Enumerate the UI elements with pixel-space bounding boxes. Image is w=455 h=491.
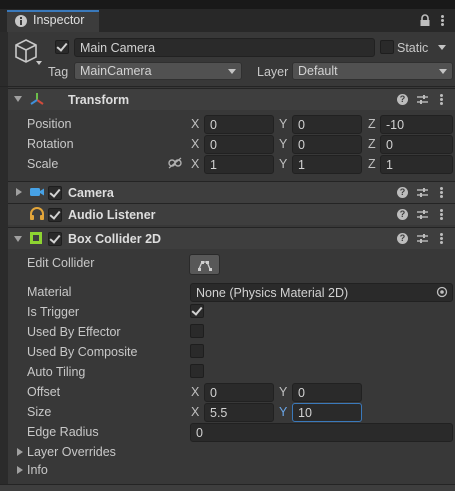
scale-label: Scale (27, 157, 59, 171)
box-collider-icon (30, 232, 42, 244)
used-by-effector-checkbox[interactable] (190, 324, 204, 338)
axis-z-label: Z (368, 157, 376, 171)
layer-overrides-foldout[interactable] (17, 448, 23, 456)
gameobject-cube-icon (15, 39, 42, 65)
is-trigger-label: Is Trigger (27, 305, 80, 319)
axis-y-label: Y (279, 405, 288, 419)
preset-icon[interactable] (417, 209, 428, 220)
rotation-x-input[interactable]: 0 (204, 135, 274, 154)
rotation-y-input[interactable]: 0 (292, 135, 362, 154)
auto-tiling-checkbox[interactable] (190, 364, 204, 378)
edit-collider-button[interactable] (189, 254, 220, 275)
lock-icon[interactable] (419, 14, 431, 27)
constrain-proportions-icon[interactable] (168, 157, 182, 169)
material-value: None (Physics Material 2D) (196, 286, 349, 300)
material-object-field[interactable]: None (Physics Material 2D) (190, 283, 453, 302)
used-by-effector-label: Used By Effector (27, 325, 121, 339)
layer-value: Default (298, 64, 338, 78)
tag-value: MainCamera (80, 64, 152, 78)
axis-x-label: X (191, 117, 200, 131)
layer-label: Layer (257, 65, 289, 79)
headphones-icon (30, 207, 44, 220)
layer-dropdown[interactable]: Default (292, 62, 453, 80)
left-edge (0, 32, 8, 491)
axis-z-label: Z (368, 117, 376, 131)
camera-title: Camera (68, 186, 114, 200)
axis-y-label: Y (279, 117, 288, 131)
object-picker-icon[interactable] (436, 286, 448, 298)
help-icon[interactable]: ? (397, 209, 408, 220)
axis-y-label: Y (279, 385, 288, 399)
transform-axes-icon (30, 93, 44, 105)
tab-menu-icon[interactable] (441, 15, 444, 26)
axis-x-label: X (191, 385, 200, 399)
offset-label: Offset (27, 385, 61, 399)
divider (0, 86, 455, 87)
help-icon[interactable]: ? (397, 187, 408, 198)
window-top-strip (0, 0, 455, 9)
axis-x-label: X (191, 157, 200, 171)
transform-title: Transform (68, 93, 130, 107)
position-x-input[interactable]: 0 (204, 115, 274, 134)
edge-radius-label: Edge Radius (27, 425, 99, 439)
box-collider-foldout[interactable] (14, 236, 22, 242)
active-checkbox[interactable] (55, 40, 69, 54)
is-trigger-checkbox[interactable] (190, 304, 204, 318)
position-y-input[interactable]: 0 (292, 115, 362, 134)
audio-listener-enabled-checkbox[interactable] (48, 208, 62, 222)
edge-radius-input[interactable]: 0 (190, 423, 453, 442)
transform-foldout[interactable] (14, 96, 22, 102)
box-collider-title: Box Collider 2D (68, 232, 162, 246)
info-icon (15, 15, 27, 27)
size-x-input[interactable]: 5.5 (204, 403, 274, 422)
used-by-composite-checkbox[interactable] (190, 344, 204, 358)
help-icon[interactable]: ? (397, 233, 408, 244)
context-menu-icon[interactable] (440, 209, 443, 220)
edit-collider-icon (198, 261, 212, 271)
layer-overrides-label[interactable]: Layer Overrides (27, 445, 116, 459)
context-menu-icon[interactable] (440, 94, 443, 105)
tag-dropdown[interactable]: MainCamera (74, 62, 242, 80)
axis-y-label: Y (279, 157, 288, 171)
used-by-composite-label: Used By Composite (27, 345, 138, 359)
static-dropdown-arrow[interactable] (438, 45, 446, 50)
rotation-label: Rotation (27, 137, 74, 151)
scale-z-input[interactable]: 1 (380, 155, 453, 174)
size-label: Size (27, 405, 52, 419)
object-name-input[interactable]: Main Camera (74, 38, 375, 57)
static-checkbox[interactable] (380, 40, 394, 54)
tag-label: Tag (48, 65, 69, 79)
tab-label: Inspector (33, 13, 85, 27)
audio-listener-title: Audio Listener (68, 208, 156, 222)
auto-tiling-label: Auto Tiling (27, 365, 86, 379)
camera-foldout[interactable] (16, 188, 22, 196)
position-label: Position (27, 117, 72, 131)
camera-enabled-checkbox[interactable] (48, 186, 62, 200)
static-label: Static (397, 41, 429, 55)
scale-y-input[interactable]: 1 (292, 155, 362, 174)
help-icon[interactable]: ? (397, 94, 408, 105)
scale-x-input[interactable]: 1 (204, 155, 274, 174)
info-label[interactable]: Info (27, 463, 48, 477)
position-z-input[interactable]: -10 (380, 115, 453, 134)
axis-y-label: Y (279, 137, 288, 151)
preset-icon[interactable] (417, 233, 428, 244)
info-foldout[interactable] (17, 466, 23, 474)
axis-x-label: X (191, 405, 200, 419)
axis-z-label: Z (368, 137, 376, 151)
box-collider-enabled-checkbox[interactable] (48, 232, 62, 246)
preset-icon[interactable] (417, 187, 428, 198)
material-label: Material (27, 285, 72, 299)
context-menu-icon[interactable] (440, 233, 443, 244)
next-component-header (0, 485, 455, 491)
size-y-input[interactable]: 10 (292, 403, 362, 422)
axis-x-label: X (191, 137, 200, 151)
rotation-z-input[interactable]: 0 (380, 135, 453, 154)
offset-x-input[interactable]: 0 (204, 383, 274, 402)
context-menu-icon[interactable] (440, 187, 443, 198)
camera-icon (30, 188, 44, 196)
preset-icon[interactable] (417, 94, 428, 105)
edit-collider-label: Edit Collider (27, 256, 95, 270)
offset-y-input[interactable]: 0 (292, 383, 362, 402)
